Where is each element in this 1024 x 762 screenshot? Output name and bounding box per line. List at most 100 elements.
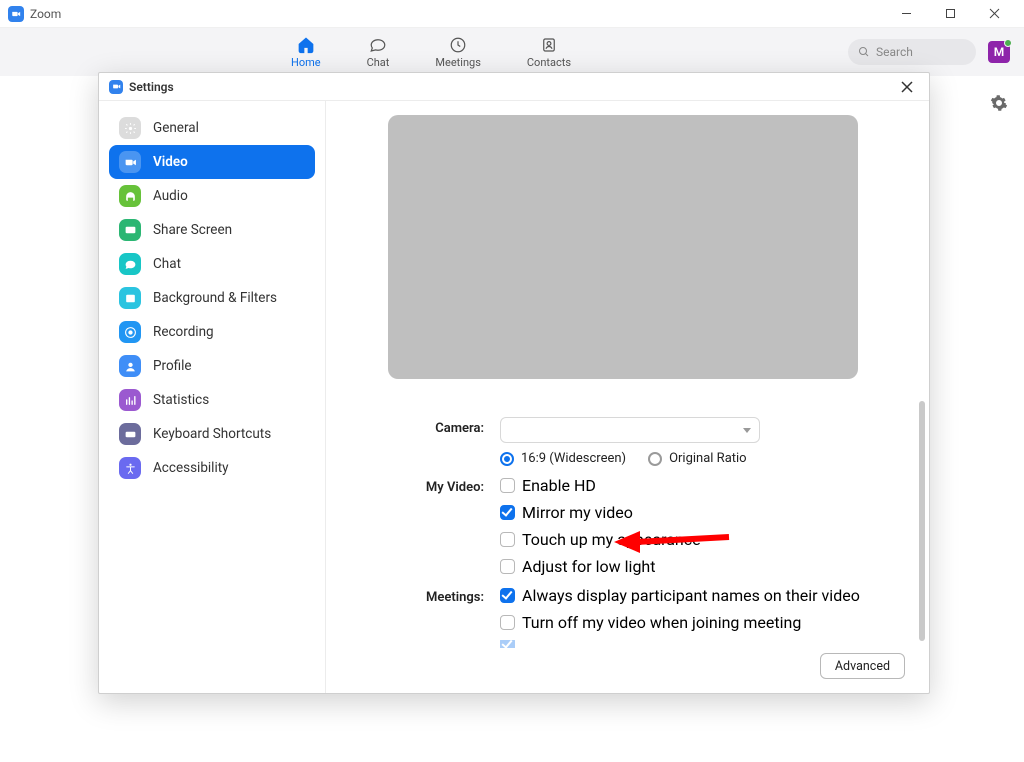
checkbox-label: Touch up my appearance xyxy=(522,530,701,549)
background-icon xyxy=(119,287,141,309)
avatar-initial: M xyxy=(994,45,1005,59)
zoom-app-icon xyxy=(8,6,24,22)
checkbox-icon xyxy=(500,588,515,603)
radio-label: 16:9 (Widescreen) xyxy=(521,451,626,466)
keyboard-icon xyxy=(119,423,141,445)
chat-icon xyxy=(119,253,141,275)
checkbox-icon xyxy=(500,478,515,493)
sidebar-item-audio[interactable]: Audio xyxy=(109,179,315,213)
advanced-button[interactable]: Advanced xyxy=(820,653,905,679)
sidebar-item-recording[interactable]: Recording xyxy=(109,315,315,349)
profile-icon xyxy=(119,355,141,377)
accessibility-icon xyxy=(119,457,141,479)
turn-off-video-join-checkbox[interactable]: Turn off my video when joining meeting xyxy=(500,613,889,632)
sidebar-item-label: Accessibility xyxy=(153,460,229,476)
settings-sidebar: General Video Audio Share Screen Chat Ba… xyxy=(99,101,326,693)
sidebar-item-label: Profile xyxy=(153,358,192,374)
sidebar-item-label: Audio xyxy=(153,188,188,204)
nav-tab-home[interactable]: Home xyxy=(291,35,321,69)
window-maximize-button[interactable] xyxy=(928,0,972,28)
ratio-original-radio[interactable]: Original Ratio xyxy=(648,451,747,466)
settings-content-video: Camera: 16:9 (Widescreen) Origin xyxy=(326,101,929,693)
sidebar-item-background[interactable]: Background & Filters xyxy=(109,281,315,315)
nav-tab-contacts[interactable]: Contacts xyxy=(527,35,571,69)
checkbox-label: Turn off my video when joining meeting xyxy=(522,613,801,632)
sidebar-item-video[interactable]: Video xyxy=(109,145,315,179)
camera-preview xyxy=(388,115,858,379)
touch-up-checkbox[interactable]: Touch up my appearance xyxy=(500,530,889,549)
main-settings-gear[interactable] xyxy=(990,94,1008,116)
checkbox-icon xyxy=(500,505,515,520)
window-minimize-button[interactable] xyxy=(884,0,928,28)
sidebar-item-label: General xyxy=(153,120,199,136)
home-icon xyxy=(296,35,316,55)
search-icon xyxy=(858,46,870,58)
user-avatar[interactable]: M xyxy=(988,41,1010,63)
headphones-icon xyxy=(119,185,141,207)
sidebar-item-statistics[interactable]: Statistics xyxy=(109,383,315,417)
checkbox-label: Enable HD xyxy=(522,476,596,495)
nav-tab-label: Contacts xyxy=(527,56,571,69)
sidebar-item-label: Background & Filters xyxy=(153,290,277,306)
partial-row-cutoff xyxy=(500,640,889,648)
show-names-checkbox[interactable]: Always display participant names on thei… xyxy=(500,586,889,605)
radio-icon xyxy=(500,452,514,466)
nav-tab-label: Meetings xyxy=(435,56,480,69)
settings-close-button[interactable] xyxy=(895,75,919,99)
statistics-icon xyxy=(119,389,141,411)
sidebar-item-accessibility[interactable]: Accessibility xyxy=(109,451,315,485)
button-label: Advanced xyxy=(835,659,890,674)
checkbox-icon xyxy=(500,615,515,630)
nav-tab-label: Chat xyxy=(367,56,390,69)
camera-select[interactable] xyxy=(500,417,760,443)
presence-indicator xyxy=(1004,39,1012,47)
search-placeholder: Search xyxy=(876,45,913,59)
radio-label: Original Ratio xyxy=(669,451,747,466)
my-video-label: My Video: xyxy=(388,476,500,495)
sidebar-item-profile[interactable]: Profile xyxy=(109,349,315,383)
meetings-label: Meetings: xyxy=(388,586,500,605)
enable-hd-checkbox[interactable]: Enable HD xyxy=(500,476,889,495)
sidebar-item-label: Recording xyxy=(153,324,214,340)
ratio-169-radio[interactable]: 16:9 (Widescreen) xyxy=(500,451,626,466)
contacts-icon xyxy=(539,35,559,55)
sidebar-item-share-screen[interactable]: Share Screen xyxy=(109,213,315,247)
sidebar-item-label: Video xyxy=(153,154,188,170)
sidebar-item-label: Chat xyxy=(153,256,181,272)
window-close-button[interactable] xyxy=(972,0,1016,28)
recording-icon xyxy=(119,321,141,343)
mirror-video-checkbox[interactable]: Mirror my video xyxy=(500,503,889,522)
chat-icon xyxy=(368,35,388,55)
camera-label: Camera: xyxy=(388,417,500,436)
checkbox-label: Adjust for low light xyxy=(522,557,655,576)
video-icon xyxy=(119,151,141,173)
clock-icon xyxy=(448,35,468,55)
nav-tab-label: Home xyxy=(291,56,321,69)
low-light-checkbox[interactable]: Adjust for low light xyxy=(500,557,889,576)
window-titlebar: Zoom xyxy=(0,0,1024,28)
search-input[interactable]: Search xyxy=(848,39,976,65)
checkbox-icon xyxy=(500,559,515,574)
sidebar-item-general[interactable]: General xyxy=(109,111,315,145)
nav-tab-chat[interactable]: Chat xyxy=(367,35,390,69)
app-title: Zoom xyxy=(30,7,61,21)
radio-icon xyxy=(648,452,662,466)
settings-title: Settings xyxy=(129,80,174,94)
settings-header: Settings xyxy=(99,73,929,101)
content-scrollbar[interactable] xyxy=(919,401,925,641)
sidebar-item-label: Statistics xyxy=(153,392,209,408)
settings-window: Settings General Video Audio Share Scree… xyxy=(98,72,930,694)
main-navbar: Home Chat Meetings Contacts Search M xyxy=(0,28,1024,76)
zoom-app-icon xyxy=(109,80,123,94)
nav-tab-meetings[interactable]: Meetings xyxy=(435,35,480,69)
share-screen-icon xyxy=(119,219,141,241)
gear-icon xyxy=(119,117,141,139)
checkbox-icon xyxy=(500,640,515,648)
gear-icon xyxy=(990,94,1008,112)
sidebar-item-chat[interactable]: Chat xyxy=(109,247,315,281)
sidebar-item-label: Share Screen xyxy=(153,222,232,238)
checkbox-label: Always display participant names on thei… xyxy=(522,586,860,605)
sidebar-item-label: Keyboard Shortcuts xyxy=(153,426,271,442)
sidebar-item-shortcuts[interactable]: Keyboard Shortcuts xyxy=(109,417,315,451)
checkbox-icon xyxy=(500,532,515,547)
